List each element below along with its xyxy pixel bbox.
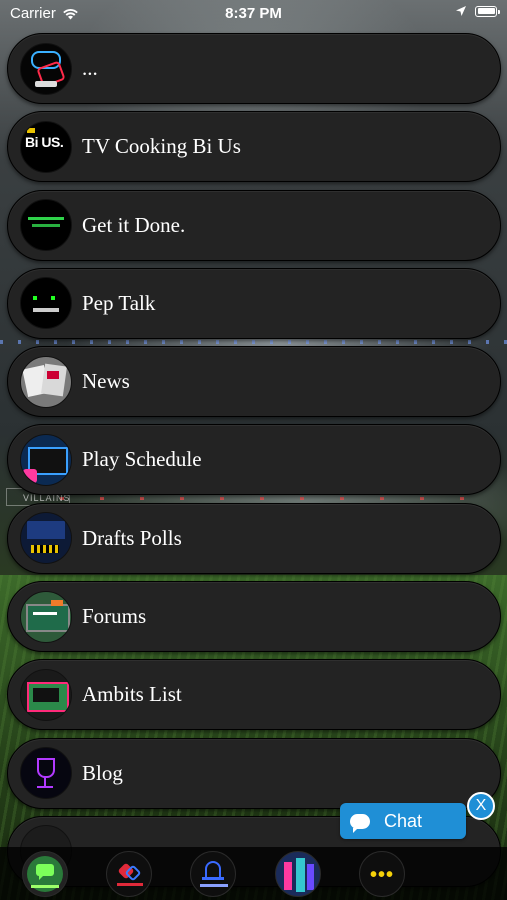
halftime-fitness-thumbnail bbox=[20, 199, 72, 252]
menu-item-blog[interactable]: Blog bbox=[7, 737, 501, 809]
menu-item-label: Ambits List bbox=[82, 682, 182, 707]
menu-item-shop[interactable]: ... bbox=[7, 33, 501, 104]
tab-chat[interactable] bbox=[22, 851, 68, 897]
play-schedule-thumbnail bbox=[20, 433, 72, 486]
clock: 8:37 PM bbox=[225, 5, 282, 22]
shop-logo-thumbnail bbox=[20, 42, 72, 95]
menu-item-news[interactable]: News bbox=[7, 346, 501, 418]
bell-icon bbox=[205, 861, 221, 878]
menu-item-play-schedule[interactable]: Play Schedule bbox=[7, 424, 501, 496]
more-dots-icon: ••• bbox=[369, 864, 394, 886]
menu-item-label: Forums bbox=[82, 604, 147, 629]
menu-item-forums[interactable]: Forums bbox=[7, 581, 501, 653]
drafts-polls-thumbnail bbox=[20, 512, 72, 565]
ambits-list-thumbnail bbox=[20, 668, 72, 721]
forums-thumbnail bbox=[20, 590, 72, 643]
menu-item-tv-cooking[interactable]: Bi US. TV Cooking Bi Us bbox=[7, 111, 501, 183]
bottom-tab-bar: ••• bbox=[0, 847, 507, 900]
tab-more[interactable]: ••• bbox=[359, 851, 405, 897]
menu-item-pep-talk[interactable]: Pep Talk bbox=[7, 267, 501, 339]
menu-item-label: Pep Talk bbox=[82, 290, 156, 315]
blog-glass-thumbnail bbox=[20, 747, 72, 800]
status-right bbox=[455, 5, 500, 17]
menu-item-drafts-polls[interactable]: Drafts Polls bbox=[7, 502, 501, 574]
tab-notifications[interactable] bbox=[190, 851, 236, 897]
location-arrow-icon bbox=[456, 6, 466, 16]
menu-item-label: Drafts Polls bbox=[82, 525, 182, 550]
menu-item-ambits-list[interactable]: Ambits List bbox=[7, 659, 501, 731]
pep-talk-thumbnail bbox=[20, 277, 72, 330]
chat-widget-button[interactable]: Chat bbox=[340, 803, 466, 839]
menu-item-label: ... bbox=[82, 56, 98, 80]
menu-item-label: Play Schedule bbox=[82, 447, 202, 472]
chat-widget-label: Chat bbox=[384, 810, 423, 831]
menu-item-get-it-done[interactable]: Get it Done. bbox=[7, 189, 501, 261]
menu-item-label: News bbox=[82, 369, 130, 394]
tv-cooking-logo-thumbnail: Bi US. bbox=[20, 120, 72, 173]
menu-list: ... Bi US. TV Cooking Bi Us Get it Done.… bbox=[7, 33, 501, 894]
chat-bubble-icon bbox=[350, 813, 370, 833]
battery-icon bbox=[475, 5, 500, 17]
menu-item-label: Blog bbox=[82, 760, 123, 785]
status-bar: Carrier 8:37 PM bbox=[0, 0, 507, 28]
photo-icon bbox=[284, 862, 292, 890]
newspaper-thumbnail bbox=[20, 355, 72, 408]
menu-item-label: TV Cooking Bi Us bbox=[82, 134, 241, 159]
menu-item-label: Get it Done. bbox=[82, 212, 186, 237]
tab-photo[interactable] bbox=[275, 851, 321, 897]
chat-close-button[interactable]: X bbox=[467, 792, 495, 820]
tab-hearts[interactable] bbox=[106, 851, 152, 897]
